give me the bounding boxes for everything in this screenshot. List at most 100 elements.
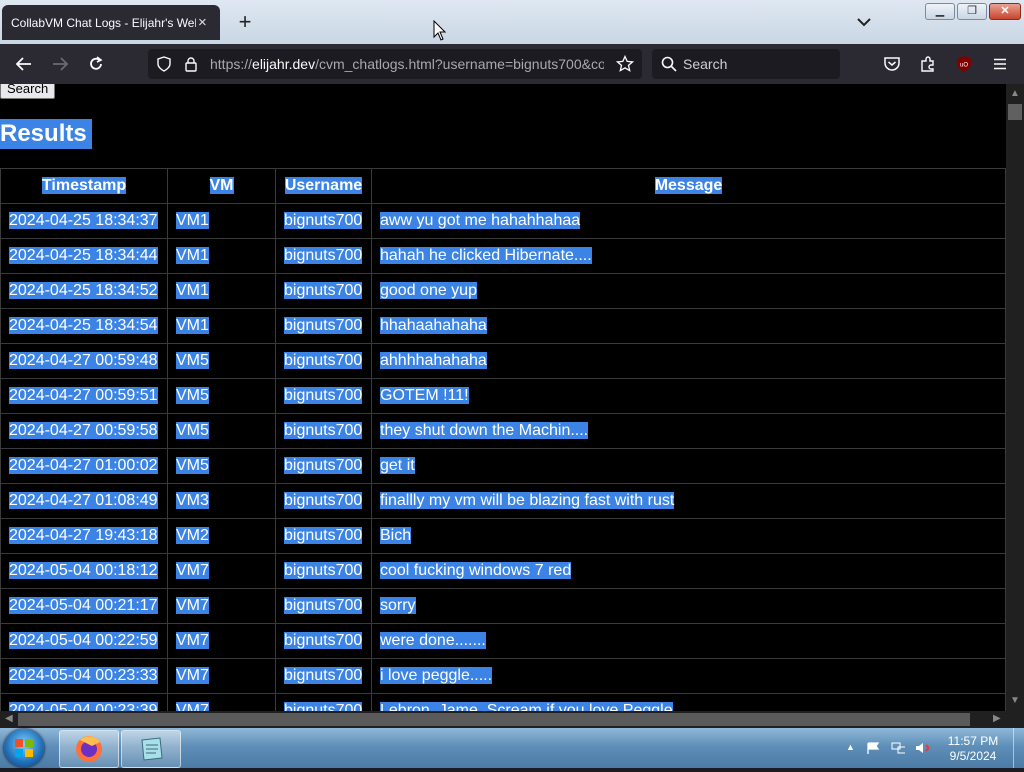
vm-cell: VM5 [167, 343, 276, 379]
vertical-scrollbar[interactable]: ▲ ▼ [1006, 84, 1024, 711]
timestamp-cell: 2024-05-04 00:21:17 [0, 588, 168, 624]
forward-button[interactable] [48, 52, 72, 76]
search-button[interactable]: Search [0, 84, 56, 99]
vertical-scroll-thumb[interactable] [1008, 104, 1022, 120]
message-cell: get it [371, 448, 1006, 484]
timestamp-cell: 2024-04-25 18:34:44 [0, 238, 168, 274]
forward-arrow-icon [53, 57, 69, 71]
timestamp-cell: 2024-04-27 01:00:02 [0, 448, 168, 484]
timestamp-cell-text: 2024-04-27 00:59:48 [9, 352, 158, 369]
reload-button[interactable] [84, 52, 108, 76]
show-desktop-button[interactable] [1013, 728, 1024, 768]
username-cell-text: bignuts700 [284, 457, 363, 474]
restore-button[interactable]: ❐ [957, 3, 987, 20]
timestamp-cell: 2024-04-27 00:59:51 [0, 378, 168, 414]
username-cell-text: bignuts700 [284, 247, 363, 264]
timestamp-cell-text: 2024-04-25 18:34:52 [9, 282, 158, 299]
tab-close-icon[interactable]: × [198, 14, 207, 31]
username-cell: bignuts700 [275, 203, 372, 239]
active-tab[interactable]: CollabVM Chat Logs - Elijahr's Web × [2, 5, 220, 40]
message-cell-text: sorry [380, 597, 416, 614]
tracking-shield-icon[interactable] [156, 56, 172, 72]
column-header-vm: VM [209, 177, 234, 194]
start-button[interactable] [4, 729, 44, 767]
vm-cell-text: VM7 [176, 632, 209, 649]
scroll-down-arrow-icon[interactable]: ▼ [1010, 695, 1020, 706]
message-cell: GOTEM !11! [371, 378, 1006, 414]
timestamp-cell-text: 2024-04-25 18:34:44 [9, 247, 158, 264]
search-placeholder: Search [683, 56, 728, 72]
vm-cell: VM5 [167, 413, 276, 449]
new-tab-button[interactable]: + [232, 10, 258, 36]
results-table-body: 2024-04-25 18:34:37 VM1 bignuts700 aww yu g… [0, 203, 1006, 711]
ublock-origin-button[interactable]: uO [952, 52, 976, 76]
message-cell: finallly my vm will be blazing fast with… [371, 483, 1006, 519]
taskbar-firefox[interactable] [59, 730, 119, 768]
pocket-button[interactable] [880, 52, 904, 76]
message-cell: Bich [371, 518, 1006, 554]
username-cell: bignuts700 [275, 658, 372, 694]
scroll-left-arrow-icon[interactable]: ◀ [5, 713, 13, 724]
address-bar[interactable]: https://elijahr.dev/cvm_chatlogs.html?us… [148, 49, 642, 79]
extensions-icon [921, 56, 934, 72]
timestamp-cell: 2024-04-27 01:08:49 [0, 483, 168, 519]
system-clock[interactable]: 11:57 PM 9/5/2024 [940, 734, 1006, 764]
message-cell: hahah he clicked Hibernate.... [371, 238, 1006, 274]
list-all-tabs-button[interactable] [852, 12, 876, 32]
timestamp-cell: 2024-05-04 00:22:59 [0, 623, 168, 659]
message-cell: sorry [371, 588, 1006, 624]
timestamp-cell-text: 2024-05-04 00:21:17 [9, 597, 158, 614]
timestamp-cell-text: 2024-05-04 00:23:39 [9, 702, 158, 711]
url-host: elijahr.dev [252, 56, 316, 72]
close-window-button[interactable]: ✕ [989, 3, 1021, 20]
minimize-icon: ▁ [935, 5, 945, 17]
url-scheme: https:// [210, 56, 253, 72]
username-cell-text: bignuts700 [284, 422, 363, 439]
vm-cell: VM2 [167, 518, 276, 554]
horizontal-scroll-thumb[interactable] [18, 713, 970, 726]
message-cell-text: aww yu got me hahahhahaa [380, 212, 581, 229]
tab-title: CollabVM Chat Logs - Elijahr's Web [11, 15, 196, 30]
scroll-up-arrow-icon[interactable]: ▲ [1010, 88, 1020, 99]
table-row: 2024-04-27 19:43:18 VM2 bignuts700 Bich [0, 518, 1006, 554]
show-hidden-icons-icon[interactable]: ▲ [846, 742, 860, 754]
table-row: 2024-04-25 18:34:54 VM1 bignuts700 hhahaaha… [0, 308, 1006, 344]
timestamp-cell: 2024-04-27 00:59:58 [0, 413, 168, 449]
back-button[interactable] [12, 52, 36, 76]
taskbar-app[interactable] [121, 730, 181, 768]
volume-muted-icon[interactable] [915, 742, 929, 754]
message-cell-text: were done....... [380, 632, 486, 649]
vm-cell: VM1 [167, 273, 276, 309]
horizontal-scrollbar[interactable]: ◀ ▶ [0, 711, 1024, 728]
username-cell-text: bignuts700 [284, 492, 363, 509]
timestamp-cell: 2024-05-04 00:23:33 [0, 658, 168, 694]
column-header-username: Username [284, 177, 363, 194]
page-content: Search Results Timestamp VM Username Mes… [0, 84, 1006, 711]
vm-cell-text: VM7 [176, 702, 209, 711]
network-icon[interactable] [891, 742, 905, 754]
username-cell: bignuts700 [275, 308, 372, 344]
scroll-right-arrow-icon[interactable]: ▶ [993, 713, 1001, 724]
message-cell-text: Lebron, Jame, Scream if you love Peggle [380, 702, 673, 711]
timestamp-cell: 2024-04-25 18:34:54 [0, 308, 168, 344]
username-cell: bignuts700 [275, 238, 372, 274]
url-text[interactable]: https://elijahr.dev/cvm_chatlogs.html?us… [210, 56, 604, 72]
table-row: 2024-04-27 00:59:48 VM5 bignuts700 ahhhhaha… [0, 343, 1006, 379]
clock-time: 11:57 PM [947, 734, 999, 748]
vm-cell-text: VM5 [176, 387, 209, 404]
message-cell-text: cool fucking windows 7 red [380, 562, 572, 579]
vm-cell: VM7 [167, 588, 276, 624]
username-cell: bignuts700 [275, 588, 372, 624]
lock-icon[interactable] [184, 56, 198, 72]
extensions-button[interactable] [916, 52, 940, 76]
column-header-timestamp: Timestamp [41, 177, 127, 194]
message-cell-text: get it [380, 457, 415, 474]
username-cell: bignuts700 [275, 483, 372, 519]
search-bar[interactable]: Search [652, 49, 840, 79]
column-header: Message [371, 168, 1006, 204]
svg-text:uO: uO [960, 63, 968, 69]
bookmark-star-icon[interactable] [616, 55, 634, 73]
minimize-button[interactable]: ▁ [925, 3, 955, 20]
app-menu-button[interactable] [988, 52, 1012, 76]
action-center-flag-icon[interactable] [866, 742, 880, 754]
